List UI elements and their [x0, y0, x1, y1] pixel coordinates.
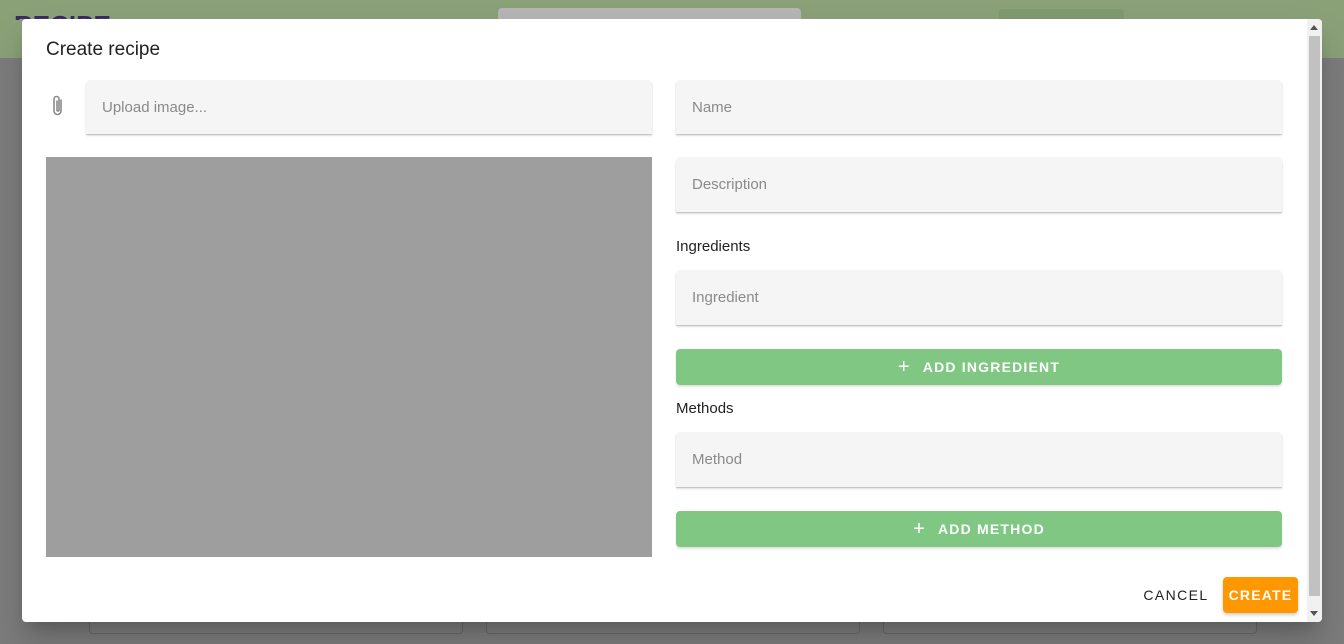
add-ingredient-button[interactable]: + ADD INGREDIENT	[676, 349, 1282, 385]
plus-icon: +	[897, 356, 911, 378]
ingredients-label: Ingredients	[676, 238, 751, 255]
dialog-scrollbar[interactable]	[1307, 19, 1322, 622]
cancel-button[interactable]: CANCEL	[1136, 577, 1216, 613]
upload-image-input[interactable]	[86, 80, 652, 134]
upload-image-field[interactable]	[86, 80, 652, 134]
create-recipe-dialog: Create recipe Ingredients + ADD INGREDIE…	[22, 19, 1322, 622]
create-button[interactable]: CREATE	[1223, 577, 1298, 613]
scrollbar-thumb[interactable]	[1309, 36, 1320, 596]
add-ingredient-label: ADD INGREDIENT	[922, 359, 1061, 375]
name-field[interactable]	[676, 80, 1282, 134]
name-input[interactable]	[676, 80, 1282, 134]
method-field[interactable]	[676, 432, 1282, 487]
methods-label: Methods	[676, 400, 734, 417]
add-method-label: ADD METHOD	[938, 521, 1045, 537]
dialog-title: Create recipe	[46, 39, 161, 60]
description-field[interactable]	[676, 157, 1282, 212]
description-input[interactable]	[676, 157, 1282, 212]
scroll-up-arrow-icon[interactable]	[1310, 25, 1318, 30]
method-input[interactable]	[676, 432, 1282, 487]
plus-icon: +	[913, 518, 926, 540]
scroll-down-arrow-icon[interactable]	[1310, 611, 1318, 616]
ingredient-field[interactable]	[676, 270, 1282, 325]
image-preview	[46, 157, 652, 557]
ingredient-input[interactable]	[676, 270, 1282, 325]
paperclip-icon[interactable]	[48, 93, 68, 119]
add-method-button[interactable]: + ADD METHOD	[676, 511, 1282, 547]
